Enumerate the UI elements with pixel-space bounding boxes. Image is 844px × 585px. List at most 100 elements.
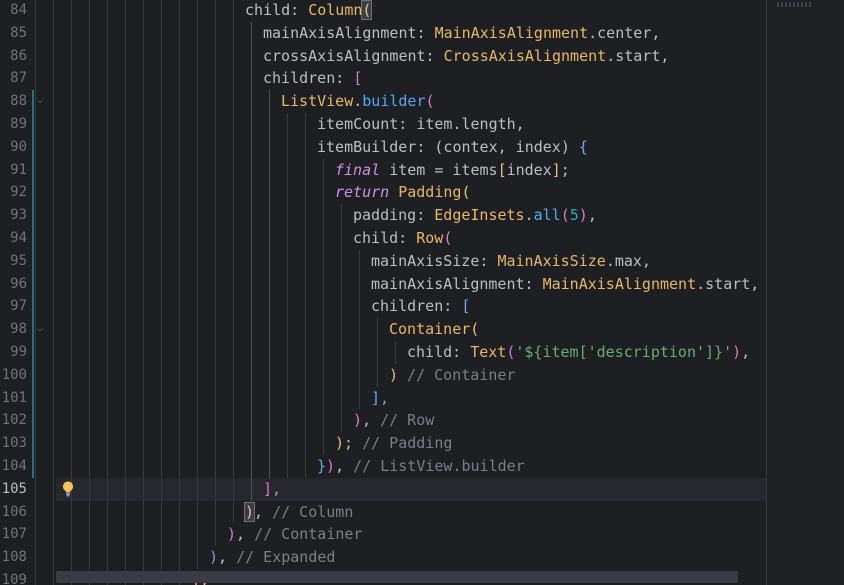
indent-guide: [395, 341, 396, 364]
code-line[interactable]: children: [: [371, 295, 470, 318]
indent-guide: [305, 113, 306, 478]
code-comment: // Container: [398, 365, 516, 384]
code-token: ,: [335, 457, 354, 475]
indent-guide: [269, 90, 270, 478]
indent-guide: [35, 0, 36, 585]
indent-guide: [53, 0, 54, 585]
code-line[interactable]: mainAxisSize: MainAxisSize.max,: [371, 250, 651, 273]
code-token: (: [560, 206, 570, 225]
code-token: ): [209, 548, 219, 567]
indent-guide: [143, 0, 144, 585]
code-line[interactable]: padding: EdgeInsets.all(5),: [353, 204, 597, 227]
code-token: ): [732, 343, 742, 361]
code-comment: // Column: [272, 502, 354, 521]
code-token: 5: [569, 206, 579, 225]
code-token: itemBuilder:: [317, 137, 435, 156]
code-line[interactable]: ), // Expanded: [209, 546, 335, 569]
code-token: all: [533, 206, 561, 225]
code-line[interactable]: children: [: [263, 67, 362, 90]
code-comment: // Expanded: [236, 548, 336, 567]
code-token: mainAxisSize:: [371, 251, 498, 270]
indent-guide: [323, 158, 324, 455]
indent-guide: [287, 113, 288, 478]
code-line[interactable]: child: Text('${item['description']}'),: [407, 341, 750, 364]
indent-guide: [359, 249, 360, 410]
code-line[interactable]: ],: [371, 387, 389, 410]
code-line[interactable]: child: Column(: [245, 0, 373, 22]
current-line-highlight: [56, 477, 766, 501]
code-token: Text: [470, 343, 507, 361]
indent-guide: [107, 0, 108, 585]
code-token: Row: [416, 229, 444, 247]
code-line[interactable]: return Padding(: [335, 181, 470, 204]
code-token: Padding: [398, 183, 462, 202]
code-token: ;: [344, 434, 363, 453]
code-line[interactable]: mainAxisAlignment: MainAxisAlignment.cen…: [263, 22, 660, 45]
code-token: ): [326, 457, 336, 475]
code-token: CrossAxisAlignment: [443, 46, 607, 65]
code-token: ;: [560, 160, 570, 179]
code-line[interactable]: mainAxisAlignment: MainAxisAlignment.sta…: [371, 273, 759, 296]
indent-guide: [215, 0, 216, 547]
code-token: .start,: [606, 46, 670, 65]
code-token: mainAxisAlignment:: [263, 23, 435, 42]
code-line[interactable]: crossAxisAlignment: CrossAxisAlignment.s…: [263, 45, 669, 68]
code-token: ): [389, 365, 399, 384]
code-line[interactable]: ) // Container: [389, 364, 515, 387]
code-token: Container: [389, 320, 471, 339]
code-token: .start,: [696, 274, 760, 293]
code-token: ,: [236, 525, 255, 544]
lightbulb-icon[interactable]: [60, 480, 76, 498]
code-line[interactable]: }), // ListView.builder: [317, 455, 525, 478]
code-token: [: [497, 160, 507, 179]
code-token: children:: [371, 297, 462, 316]
code-token: child:: [245, 1, 309, 19]
code-token: (: [425, 92, 435, 111]
code-token: children:: [263, 69, 354, 88]
code-token: .max,: [605, 251, 651, 270]
code-line[interactable]: ); // Padding: [335, 432, 452, 455]
code-line[interactable]: ), // Column: [243, 501, 354, 524]
code-line[interactable]: Container(: [389, 318, 479, 341]
indent-guide: [341, 204, 342, 433]
code-line[interactable]: itemBuilder: (contex, index) {: [317, 136, 588, 159]
code-token: MainAxisAlignment: [542, 274, 697, 293]
indent-guide: [233, 0, 234, 524]
code-token: ): [353, 411, 363, 430]
code-token: final: [335, 160, 390, 179]
code-token: (: [470, 320, 480, 339]
indent-guide: [161, 0, 162, 585]
code-token: Column: [308, 1, 363, 19]
code-token: [: [353, 69, 363, 88]
code-line[interactable]: ), // Container: [227, 523, 362, 546]
horizontal-scrollbar[interactable]: [56, 571, 738, 583]
indent-guide: [89, 0, 90, 585]
code-token: ],: [371, 388, 390, 407]
code-token: (: [361, 0, 373, 20]
code-line[interactable]: child: Row(: [353, 227, 452, 250]
code-line[interactable]: final item = items[index];: [335, 159, 570, 182]
code-token: ): [335, 434, 345, 453]
code-line[interactable]: ListView.builder(: [281, 90, 435, 113]
minimap-marker: [777, 2, 811, 7]
code-token: ,: [587, 206, 597, 225]
minimap-panel[interactable]: [767, 0, 844, 585]
code-comment: // ListView.builder: [353, 457, 525, 475]
code-token: ],: [263, 479, 282, 498]
code-token: builder: [362, 92, 426, 111]
code-token: '${item['description']}': [515, 343, 733, 361]
code-comment: // Padding: [362, 434, 453, 453]
code-line[interactable]: itemCount: item.length,: [317, 113, 525, 136]
code-token: padding:: [353, 206, 435, 225]
code-editor[interactable]: 84 85 86 87 88 ⌵ 89 90 91 92 93 94 95 96 97 98 ⌵ 99 100 101…: [0, 0, 844, 585]
code-token: {: [578, 137, 588, 156]
code-token: .: [353, 92, 363, 111]
code-token: mainAxisAlignment:: [371, 274, 543, 293]
indent-guide: [377, 318, 378, 387]
code-area[interactable]: child: Column(mainAxisAlignment: MainAxi…: [0, 0, 768, 585]
code-token: .: [524, 206, 534, 225]
code-token: MainAxisSize: [497, 251, 606, 270]
code-token: ,: [254, 502, 273, 521]
code-line[interactable]: ), // Row: [353, 409, 434, 432]
code-line[interactable]: ],: [263, 478, 281, 501]
